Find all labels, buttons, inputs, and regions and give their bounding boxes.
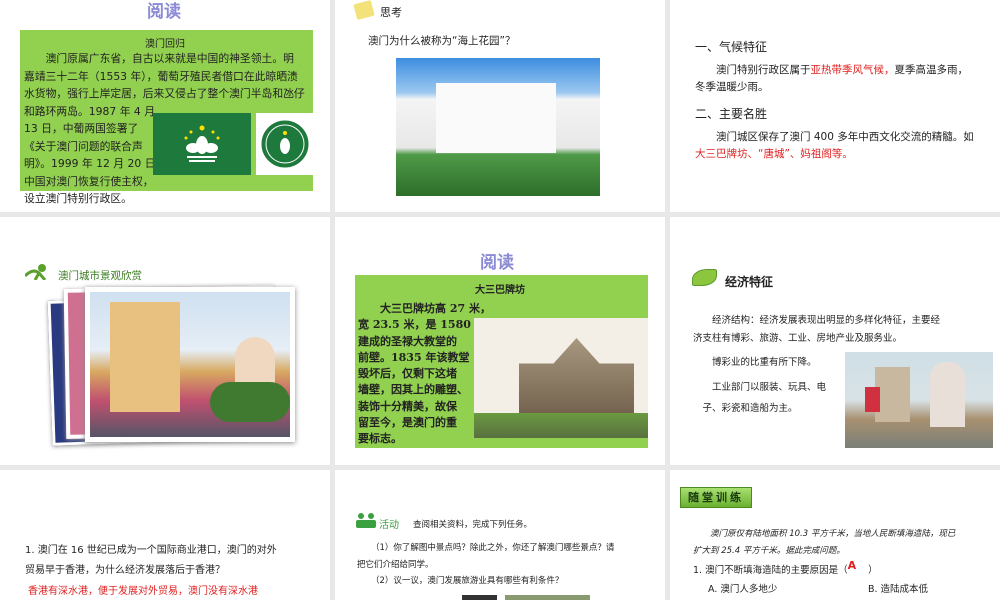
climate-text: 澳门特别行政区属于亚热带季风气候，夏季高温多雨， 冬季温暖少雨。	[695, 62, 968, 96]
text-line: 宽 23.5 米，是 1580 年	[358, 318, 486, 332]
slide-title: 阅读	[480, 253, 514, 273]
text-line: 嘉靖三十二年（1553 年），葡萄牙殖民者借口在此晾晒渍	[24, 69, 298, 83]
text-line: 要标志。	[358, 432, 402, 446]
text-line: 子、彩瓷和造船为主。	[693, 403, 798, 414]
text: ）	[868, 565, 878, 576]
reading-box: 大三巴牌坊 大三巴牌坊高 27 米， 宽 23.5 米，是 1580 年 建成的…	[355, 275, 648, 448]
slide-4[interactable]: 澳门城市景观欣赏	[0, 217, 330, 465]
question-text: 澳门为什么被称为“海上花园”？	[368, 35, 516, 47]
highlight-text: 亚热带季风气候，	[810, 64, 895, 76]
text-line: 经济结构：经济发展表现出明显的多样化特征，主要经	[693, 315, 941, 326]
macau-city-photo	[85, 287, 295, 442]
macau-flag-image	[153, 113, 251, 175]
text-line: 工业部门以服装、玩具、电	[693, 382, 827, 393]
text-line: （1）你了解图中景点吗？除此之外，你还了解澳门哪些景点？请	[371, 543, 615, 553]
heading-sights: 二、主要名胜	[695, 107, 768, 121]
text-line: 中国对澳门恢复行使主权，	[24, 174, 154, 188]
text-line: 水货物，强行上岸定居，后来又侵占了整个澳门半岛和氹仔	[24, 87, 305, 100]
text-line: 澳门原属广东省，自古以来就是中国的神圣领土。明	[24, 52, 294, 65]
slide-5[interactable]: 阅读 大三巴牌坊 大三巴牌坊高 27 米， 宽 23.5 米，是 1580 年 …	[335, 217, 665, 465]
scenic-photo-2	[505, 595, 590, 600]
text-line: 装饰十分精美，故保	[358, 399, 457, 413]
practice-banner: 随堂训练	[680, 487, 752, 508]
slide-8[interactable]: 活动 查阅相关资料，完成下列任务。 （1）你了解图中景点吗？除此之外，你还了解澳…	[335, 470, 665, 600]
text-line: 把它们介绍给同学。	[357, 560, 434, 570]
question-1: 1. 澳门不断填海造陆的主要原因是（A ）	[693, 559, 878, 576]
leaf-icon	[692, 269, 717, 286]
slide-1[interactable]: 阅读 澳门回归 澳门原属广东省，自古以来就是中国的神圣领土。明 嘉靖三十二年（1…	[0, 0, 330, 212]
task-2: （2）议一议，澳门发展旅游业具有哪些有利条件？	[371, 576, 564, 586]
text: 澳门特别行政区属于	[695, 64, 811, 76]
question-text: 1. 澳门在 16 世纪已成为一个国际商业港口，澳门的对外 贸易早于香港，为什么…	[25, 541, 277, 581]
slide-2[interactable]: 思考 澳门为什么被称为“海上花园”？	[335, 0, 665, 212]
text-line: 留至今，是澳门的重	[358, 416, 457, 430]
runner-icon	[23, 264, 51, 281]
task-1: （1）你了解图中景点吗？除此之外，你还了解澳门哪些景点？请 把它们介绍给同学。	[357, 540, 614, 574]
box-title: 大三巴牌坊	[475, 285, 525, 296]
industry-text: 工业部门以服装、玩具、电 子、彩瓷和造船为主。	[693, 377, 827, 419]
macau-building-photo	[396, 58, 600, 196]
gambling-text: 博彩业的比重有所下降。	[693, 357, 817, 368]
heading-climate: 一、气候特征	[695, 40, 768, 54]
sights-text: 澳门城区保存了澳门 400 多年中西文化交流的精髓。如 大三巴牌坊、“唐城”、妈…	[695, 129, 974, 163]
macau-emblem-image	[256, 113, 313, 175]
section-title: 经济特征	[725, 275, 774, 289]
text-line: 大三巴牌坊高 27 米，	[358, 302, 491, 315]
text: 夏季高温多雨，	[894, 64, 969, 76]
text-line: 设立澳门特别行政区。	[24, 192, 132, 205]
scenic-photo-1	[462, 595, 497, 600]
macau-casino-photo	[845, 352, 993, 448]
text-line: 前壁。1835 年该教堂	[358, 350, 470, 364]
slide-title: 阅读	[147, 2, 181, 22]
text: 澳门城区保存了澳门 400 多年中西文化交流的精髓。如	[695, 131, 974, 143]
slide-7[interactable]: 1. 澳门在 16 世纪已成为一个国际商业港口，澳门的对外 贸易早于香港，为什么…	[0, 470, 330, 600]
box-title: 澳门回归	[145, 39, 185, 50]
activity-label: 活动	[379, 520, 399, 531]
box-text: 大三巴牌坊高 27 米， 宽 23.5 米，是 1580 年 建成的圣禄大教堂的…	[358, 301, 491, 448]
ruins-of-st-paul-photo	[474, 318, 648, 438]
text-line: 济支柱有博彩、旅游、工业、房地产业及服务业。	[693, 333, 903, 344]
slide-9[interactable]: 随堂训练 澳门原仅有陆地面积 10.3 平方千米，当地人民断填海造陆，现已 扩大…	[670, 470, 1000, 600]
reading-box: 澳门回归 澳门原属广东省，自古以来就是中国的神圣领土。明 嘉靖三十二年（1553…	[20, 30, 313, 205]
text: 1. 澳门不断填海造陆的主要原因是（	[693, 565, 848, 576]
answer-mark: A	[847, 559, 857, 572]
activity-icon	[355, 512, 377, 528]
activity-intro: 查阅相关资料，完成下列任务。	[413, 520, 533, 530]
economy-text: 经济结构：经济发展表现出明显的多样化特征，主要经 济支柱有博彩、旅游、工业、房地…	[693, 312, 940, 348]
slide-6[interactable]: 经济特征 经济结构：经济发展表现出明显的多样化特征，主要经 济支柱有博彩、旅游、…	[670, 217, 1000, 465]
passage-text: 澳门原仅有陆地面积 10.3 平方千米，当地人民断填海造陆，现已 扩大到 25.…	[693, 526, 955, 560]
slide-3[interactable]: 一、气候特征 澳门特别行政区属于亚热带季风气候，夏季高温多雨， 冬季温暖少雨。 …	[670, 0, 1000, 212]
text: 冬季温暖少雨。	[695, 81, 769, 93]
pencil-note-icon	[353, 0, 375, 21]
text-line: 扩大到 25.4 平方千米。据此完成问题。	[693, 546, 845, 556]
highlight-text: 大三巴牌坊、“唐城”、妈祖阁等。	[695, 148, 853, 160]
text-line: 澳门原仅有陆地面积 10.3 平方千米，当地人民断填海造陆，现已	[693, 529, 956, 539]
text-line: 贸易早于香港，为什么经济发展落后于香港？	[25, 565, 225, 576]
option-a: A. 澳门人多地少	[708, 584, 778, 595]
think-label: 思考	[380, 6, 402, 19]
answer-text: 香港有深水港，便于发展对外贸易，澳门没有深水港	[28, 586, 258, 597]
option-b: B. 造陆成本低	[868, 584, 929, 595]
text-line: 毁坏后，仅剩下这堵	[358, 367, 457, 381]
section-label: 澳门城市景观欣赏	[58, 270, 142, 282]
text-line: 1. 澳门在 16 世纪已成为一个国际商业港口，澳门的对外	[25, 545, 277, 556]
text-line: 墙壁，因其上的雕塑、	[358, 383, 468, 397]
text-line: 建成的圣禄大教堂的	[358, 334, 457, 348]
